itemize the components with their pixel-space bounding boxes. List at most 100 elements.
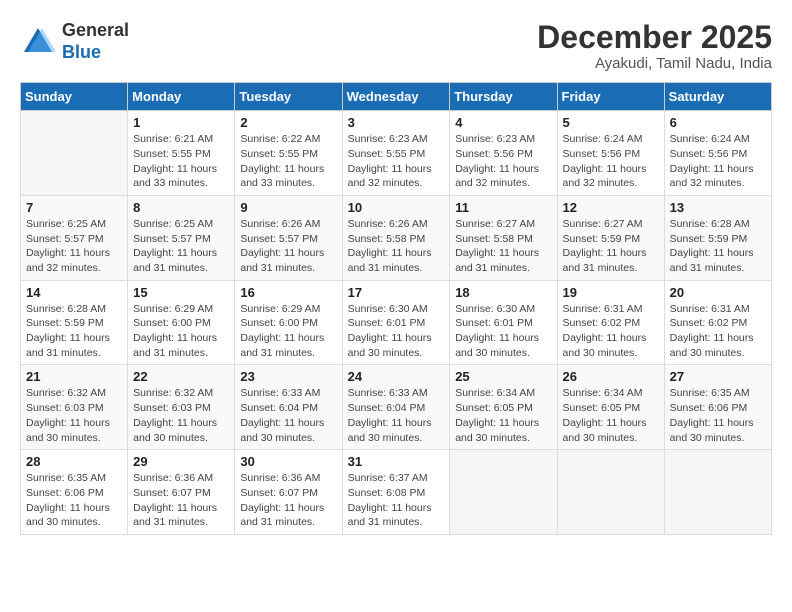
day-info: Sunrise: 6:28 AM Sunset: 5:59 PM Dayligh… xyxy=(670,217,766,276)
day-info: Sunrise: 6:26 AM Sunset: 5:58 PM Dayligh… xyxy=(348,217,445,276)
calendar-cell xyxy=(557,450,664,535)
day-info: Sunrise: 6:32 AM Sunset: 6:03 PM Dayligh… xyxy=(133,386,229,445)
day-number: 5 xyxy=(563,115,659,130)
day-info: Sunrise: 6:36 AM Sunset: 6:07 PM Dayligh… xyxy=(133,471,229,530)
day-number: 18 xyxy=(455,285,551,300)
day-number: 29 xyxy=(133,454,229,469)
day-info: Sunrise: 6:31 AM Sunset: 6:02 PM Dayligh… xyxy=(670,302,766,361)
calendar-cell: 5 Sunrise: 6:24 AM Sunset: 5:56 PM Daylig… xyxy=(557,111,664,196)
day-info: Sunrise: 6:29 AM Sunset: 6:00 PM Dayligh… xyxy=(133,302,229,361)
calendar-cell: 4 Sunrise: 6:23 AM Sunset: 5:56 PM Daylig… xyxy=(450,111,557,196)
calendar-cell: 2 Sunrise: 6:22 AM Sunset: 5:55 PM Daylig… xyxy=(235,111,342,196)
calendar-cell: 10 Sunrise: 6:26 AM Sunset: 5:58 PM Dayli… xyxy=(342,195,450,280)
calendar-cell: 8 Sunrise: 6:25 AM Sunset: 5:57 PM Daylig… xyxy=(128,195,235,280)
calendar-cell: 21 Sunrise: 6:32 AM Sunset: 6:03 PM Dayli… xyxy=(21,365,128,450)
day-number: 2 xyxy=(240,115,336,130)
page-header: General Blue December 2025 Ayakudi, Tami… xyxy=(20,20,772,72)
calendar-cell xyxy=(21,111,128,196)
day-of-week-header: Tuesday xyxy=(235,83,342,111)
day-number: 14 xyxy=(26,285,122,300)
day-info: Sunrise: 6:23 AM Sunset: 5:56 PM Dayligh… xyxy=(455,132,551,191)
calendar-week-row: 14 Sunrise: 6:28 AM Sunset: 5:59 PM Dayli… xyxy=(21,280,772,365)
day-info: Sunrise: 6:26 AM Sunset: 5:57 PM Dayligh… xyxy=(240,217,336,276)
calendar-cell: 18 Sunrise: 6:30 AM Sunset: 6:01 PM Dayli… xyxy=(450,280,557,365)
calendar-cell: 28 Sunrise: 6:35 AM Sunset: 6:06 PM Dayli… xyxy=(21,450,128,535)
day-number: 10 xyxy=(348,200,445,215)
day-number: 7 xyxy=(26,200,122,215)
day-of-week-header: Thursday xyxy=(450,83,557,111)
calendar-cell: 29 Sunrise: 6:36 AM Sunset: 6:07 PM Dayli… xyxy=(128,450,235,535)
day-number: 27 xyxy=(670,369,766,384)
calendar-week-row: 21 Sunrise: 6:32 AM Sunset: 6:03 PM Dayli… xyxy=(21,365,772,450)
calendar-cell xyxy=(450,450,557,535)
day-of-week-header: Monday xyxy=(128,83,235,111)
calendar-cell: 22Sunrise: 6:32 AM Sunset: 6:03 PM Dayli… xyxy=(128,365,235,450)
day-number: 8 xyxy=(133,200,229,215)
calendar-cell: 11Sunrise: 6:27 AM Sunset: 5:58 PM Dayli… xyxy=(450,195,557,280)
day-number: 1 xyxy=(133,115,229,130)
day-number: 6 xyxy=(670,115,766,130)
day-number: 4 xyxy=(455,115,551,130)
day-info: Sunrise: 6:21 AM Sunset: 5:55 PM Dayligh… xyxy=(133,132,229,191)
day-info: Sunrise: 6:27 AM Sunset: 5:58 PM Dayligh… xyxy=(455,217,551,276)
day-info: Sunrise: 6:25 AM Sunset: 5:57 PM Dayligh… xyxy=(133,217,229,276)
calendar-cell: 12Sunrise: 6:27 AM Sunset: 5:59 PM Dayli… xyxy=(557,195,664,280)
day-of-week-header: Sunday xyxy=(21,83,128,111)
day-info: Sunrise: 6:34 AM Sunset: 6:05 PM Dayligh… xyxy=(563,386,659,445)
calendar-week-row: 7 Sunrise: 6:25 AM Sunset: 5:57 PM Daylig… xyxy=(21,195,772,280)
calendar-cell: 9 Sunrise: 6:26 AM Sunset: 5:57 PM Daylig… xyxy=(235,195,342,280)
day-of-week-header: Friday xyxy=(557,83,664,111)
day-number: 28 xyxy=(26,454,122,469)
calendar-cell: 16 Sunrise: 6:29 AM Sunset: 6:00 PM Dayli… xyxy=(235,280,342,365)
day-number: 31 xyxy=(348,454,445,469)
calendar-cell: 3Sunrise: 6:23 AM Sunset: 5:55 PM Daylig… xyxy=(342,111,450,196)
calendar-cell: 7 Sunrise: 6:25 AM Sunset: 5:57 PM Daylig… xyxy=(21,195,128,280)
day-info: Sunrise: 6:22 AM Sunset: 5:55 PM Dayligh… xyxy=(240,132,336,191)
calendar-cell: 17 Sunrise: 6:30 AM Sunset: 6:01 PM Dayli… xyxy=(342,280,450,365)
calendar-cell: 25Sunrise: 6:34 AM Sunset: 6:05 PM Dayli… xyxy=(450,365,557,450)
day-number: 19 xyxy=(563,285,659,300)
title-block: December 2025 Ayakudi, Tamil Nadu, India xyxy=(537,20,772,72)
day-number: 23 xyxy=(240,369,336,384)
days-of-week-row: SundayMondayTuesdayWednesdayThursdayFrid… xyxy=(21,83,772,111)
calendar-week-row: 1 Sunrise: 6:21 AM Sunset: 5:55 PM Daylig… xyxy=(21,111,772,196)
calendar-cell: 19 Sunrise: 6:31 AM Sunset: 6:02 PM Dayli… xyxy=(557,280,664,365)
day-number: 25 xyxy=(455,369,551,384)
day-info: Sunrise: 6:29 AM Sunset: 6:00 PM Dayligh… xyxy=(240,302,336,361)
day-info: Sunrise: 6:31 AM Sunset: 6:02 PM Dayligh… xyxy=(563,302,659,361)
calendar-cell: 20 Sunrise: 6:31 AM Sunset: 6:02 PM Dayli… xyxy=(664,280,771,365)
logo: General Blue xyxy=(20,20,129,63)
day-info: Sunrise: 6:33 AM Sunset: 6:04 PM Dayligh… xyxy=(240,386,336,445)
day-info: Sunrise: 6:32 AM Sunset: 6:03 PM Dayligh… xyxy=(26,386,122,445)
calendar-cell: 15Sunrise: 6:29 AM Sunset: 6:00 PM Dayli… xyxy=(128,280,235,365)
day-number: 13 xyxy=(670,200,766,215)
day-info: Sunrise: 6:36 AM Sunset: 6:07 PM Dayligh… xyxy=(240,471,336,530)
calendar-cell: 14 Sunrise: 6:28 AM Sunset: 5:59 PM Dayli… xyxy=(21,280,128,365)
day-info: Sunrise: 6:30 AM Sunset: 6:01 PM Dayligh… xyxy=(348,302,445,361)
day-number: 9 xyxy=(240,200,336,215)
day-number: 21 xyxy=(26,369,122,384)
day-info: Sunrise: 6:33 AM Sunset: 6:04 PM Dayligh… xyxy=(348,386,445,445)
day-number: 30 xyxy=(240,454,336,469)
day-of-week-header: Saturday xyxy=(664,83,771,111)
calendar-cell: 6Sunrise: 6:24 AM Sunset: 5:56 PM Daylig… xyxy=(664,111,771,196)
day-number: 16 xyxy=(240,285,336,300)
day-number: 3 xyxy=(348,115,445,130)
day-number: 26 xyxy=(563,369,659,384)
calendar-cell: 23 Sunrise: 6:33 AM Sunset: 6:04 PM Dayli… xyxy=(235,365,342,450)
day-number: 12 xyxy=(563,200,659,215)
day-info: Sunrise: 6:28 AM Sunset: 5:59 PM Dayligh… xyxy=(26,302,122,361)
calendar-week-row: 28 Sunrise: 6:35 AM Sunset: 6:06 PM Dayli… xyxy=(21,450,772,535)
day-number: 24 xyxy=(348,369,445,384)
calendar-cell: 26 Sunrise: 6:34 AM Sunset: 6:05 PM Dayli… xyxy=(557,365,664,450)
day-of-week-header: Wednesday xyxy=(342,83,450,111)
day-info: Sunrise: 6:30 AM Sunset: 6:01 PM Dayligh… xyxy=(455,302,551,361)
calendar-cell: 31Sunrise: 6:37 AM Sunset: 6:08 PM Dayli… xyxy=(342,450,450,535)
day-number: 17 xyxy=(348,285,445,300)
day-info: Sunrise: 6:24 AM Sunset: 5:56 PM Dayligh… xyxy=(563,132,659,191)
day-info: Sunrise: 6:35 AM Sunset: 6:06 PM Dayligh… xyxy=(26,471,122,530)
calendar-cell: 30 Sunrise: 6:36 AM Sunset: 6:07 PM Dayli… xyxy=(235,450,342,535)
calendar-table: SundayMondayTuesdayWednesdayThursdayFrid… xyxy=(20,82,772,535)
day-info: Sunrise: 6:25 AM Sunset: 5:57 PM Dayligh… xyxy=(26,217,122,276)
day-number: 20 xyxy=(670,285,766,300)
